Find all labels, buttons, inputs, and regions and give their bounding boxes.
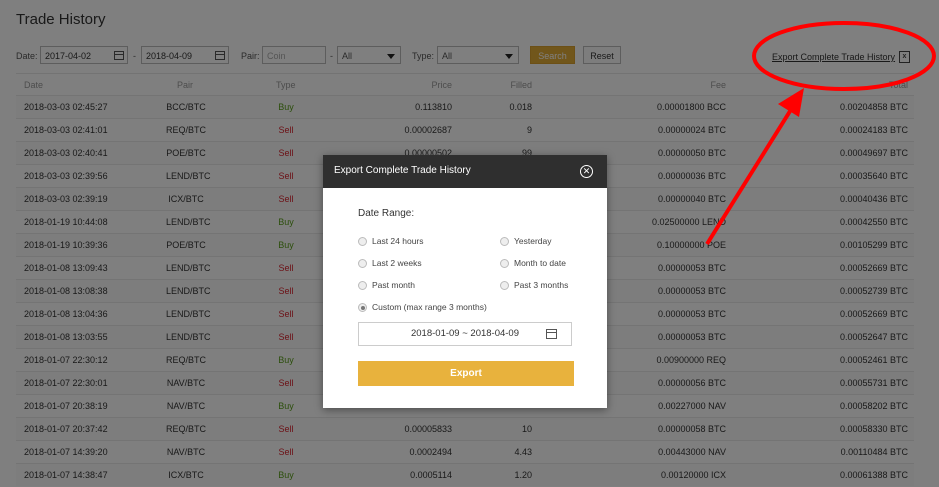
modal-header: Export Complete Trade History ✕ [323, 155, 607, 188]
modal-title: Export Complete Trade History [334, 165, 471, 176]
radio-last-24-hours[interactable]: Last 24 hours [358, 236, 424, 246]
radio-last-2-weeks[interactable]: Last 2 weeks [358, 258, 422, 268]
close-icon[interactable]: ✕ [580, 165, 593, 178]
radio-label: Last 2 weeks [372, 258, 422, 268]
trade-history-page: Trade History Date: 2017-04-02 - 2018-04… [0, 0, 939, 487]
radio-label: Last 24 hours [372, 236, 424, 246]
radio-label: Custom (max range 3 months) [372, 302, 487, 312]
export-button[interactable]: Export [358, 361, 574, 386]
date-range-label: Date Range: [358, 208, 415, 219]
radio-custom-range[interactable]: Custom (max range 3 months) [358, 302, 487, 312]
calendar-icon[interactable] [546, 329, 557, 339]
radio-month-to-date[interactable]: Month to date [500, 258, 566, 268]
radio-label: Month to date [514, 258, 566, 268]
radio-label: Yesterday [514, 236, 552, 246]
radio-past-month[interactable]: Past month [358, 280, 415, 290]
radio-yesterday[interactable]: Yesterday [500, 236, 552, 246]
radio-label: Past 3 months [514, 280, 569, 290]
radio-past-3-months[interactable]: Past 3 months [500, 280, 568, 290]
date-range-value: 2018-01-09 ~ 2018-04-09 [410, 328, 520, 339]
export-modal: Export Complete Trade History ✕ Date Ran… [323, 155, 607, 408]
radio-label: Past month [372, 280, 415, 290]
date-range-input[interactable]: 2018-01-09 ~ 2018-04-09 [358, 322, 572, 346]
